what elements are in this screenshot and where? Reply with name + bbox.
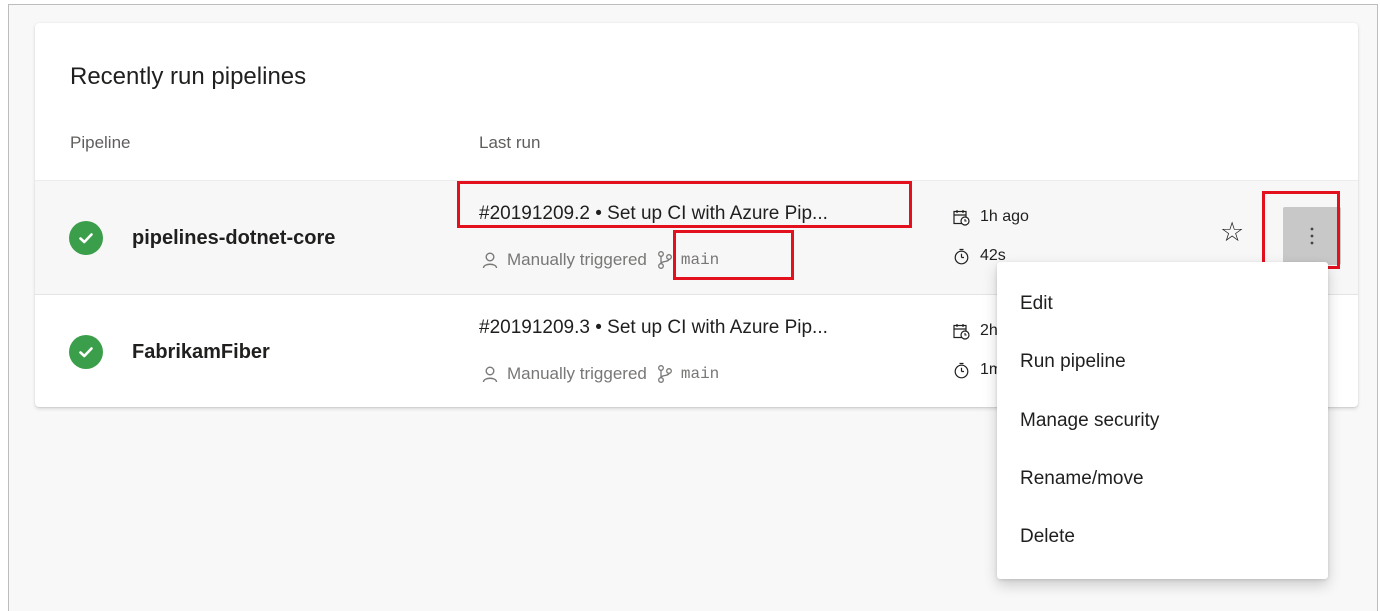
branch-icon (657, 364, 673, 384)
run-title-link[interactable]: #20191209.3 • Set up CI with Azure Pip..… (479, 317, 828, 339)
context-menu: Edit Run pipeline Manage security Rename… (997, 262, 1328, 579)
person-icon (481, 251, 499, 269)
branch-icon (657, 250, 673, 270)
run-meta: Manually triggered main (481, 364, 719, 384)
calendar-clock-icon (953, 323, 970, 340)
column-header-pipeline: Pipeline (70, 133, 131, 152)
menu-item-run-pipeline[interactable]: Run pipeline (1020, 351, 1126, 373)
person-icon (481, 365, 499, 383)
trigger-text: Manually triggered (507, 250, 647, 269)
run-duration: 1m (953, 361, 1002, 379)
run-time-ago: 1h ago (953, 208, 1029, 226)
run-time-ago: 2h (953, 322, 998, 340)
time-ago-text: 1h ago (980, 208, 1029, 225)
menu-item-rename-move[interactable]: Rename/move (1020, 468, 1144, 490)
menu-item-delete[interactable]: Delete (1020, 526, 1075, 548)
star-icon[interactable]: ☆ (1220, 219, 1244, 246)
branch-name[interactable]: main (681, 251, 719, 269)
branch-name[interactable]: main (681, 365, 719, 383)
column-header-last-run: Last run (479, 133, 541, 152)
check-circle-icon (69, 221, 103, 255)
card-title: Recently run pipelines (70, 63, 307, 90)
trigger-text: Manually triggered (507, 364, 647, 383)
more-actions-button[interactable] (1283, 207, 1341, 265)
more-vertical-icon (1310, 227, 1314, 245)
stopwatch-icon (953, 248, 970, 265)
stopwatch-icon (953, 362, 970, 379)
calendar-clock-icon (953, 209, 970, 226)
check-circle-icon (69, 335, 103, 369)
menu-item-manage-security[interactable]: Manage security (1020, 410, 1159, 432)
run-meta: Manually triggered main (481, 250, 719, 270)
run-title-link[interactable]: #20191209.2 • Set up CI with Azure Pip..… (479, 203, 828, 225)
pipeline-name[interactable]: pipelines-dotnet-core (132, 227, 335, 250)
time-ago-text: 2h (980, 322, 998, 339)
pipeline-name[interactable]: FabrikamFiber (132, 341, 270, 364)
menu-item-edit[interactable]: Edit (1020, 293, 1053, 315)
